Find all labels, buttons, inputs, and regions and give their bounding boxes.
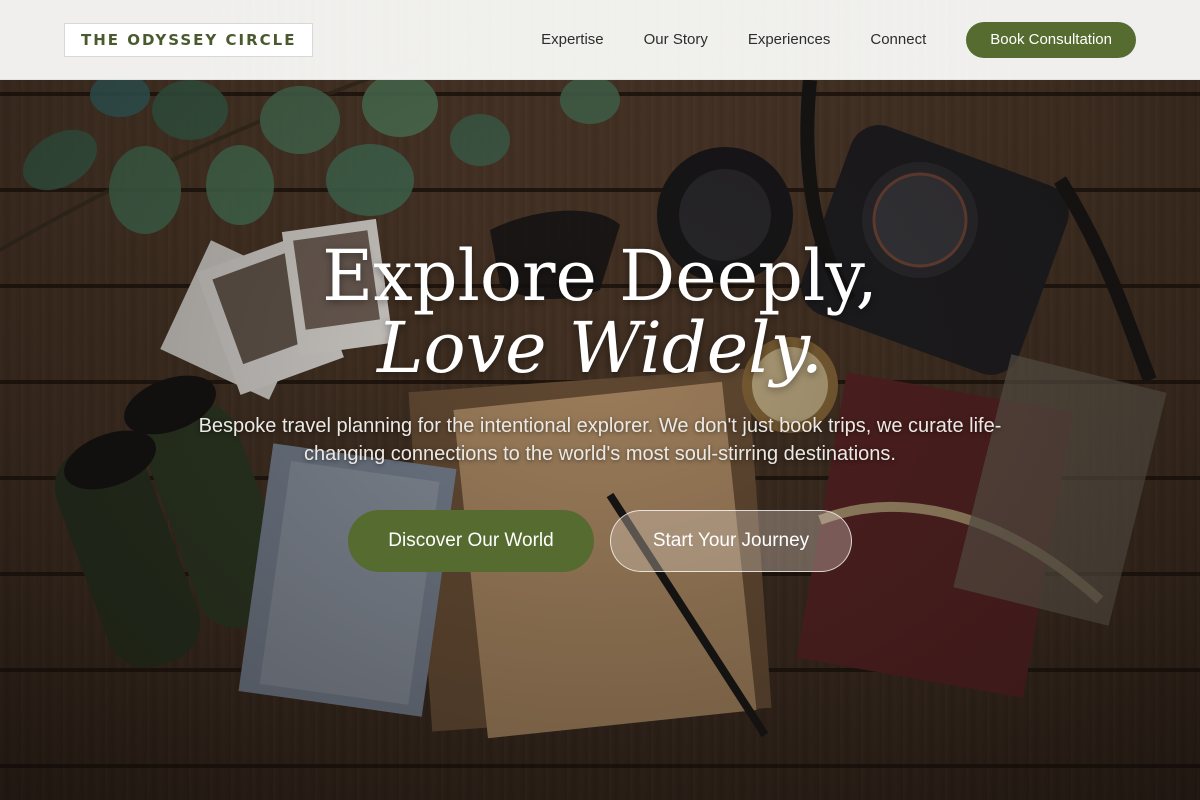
main-nav: Expertise Our Story Experiences Connect … <box>541 21 1136 58</box>
nav-link-connect[interactable]: Connect <box>870 31 926 48</box>
site-logo[interactable]: THE ODYSSEY CIRCLE <box>64 22 314 57</box>
site-header: THE ODYSSEY CIRCLE Expertise Our Story E… <box>0 0 1200 80</box>
nav-link-experiences[interactable]: Experiences <box>748 31 831 48</box>
discover-our-world-button[interactable]: Discover Our World <box>348 510 594 572</box>
hero-headline: Explore Deeply, Love Widely. <box>0 240 1200 384</box>
hero-subtitle: Bespoke travel planning for the intentio… <box>198 415 1002 465</box>
hero-content: Explore Deeply, Love Widely. Bespoke tra… <box>0 240 1200 572</box>
nav-link-our-story[interactable]: Our Story <box>644 31 708 48</box>
hero-buttons: Discover Our World Start Your Journey <box>0 510 1200 572</box>
headline-line-2: Love Widely. <box>376 307 824 389</box>
start-your-journey-button[interactable]: Start Your Journey <box>610 510 852 572</box>
book-consultation-button[interactable]: Book Consultation <box>966 21 1136 58</box>
headline-line-1: Explore Deeply, <box>322 235 878 317</box>
nav-link-expertise[interactable]: Expertise <box>541 31 604 48</box>
